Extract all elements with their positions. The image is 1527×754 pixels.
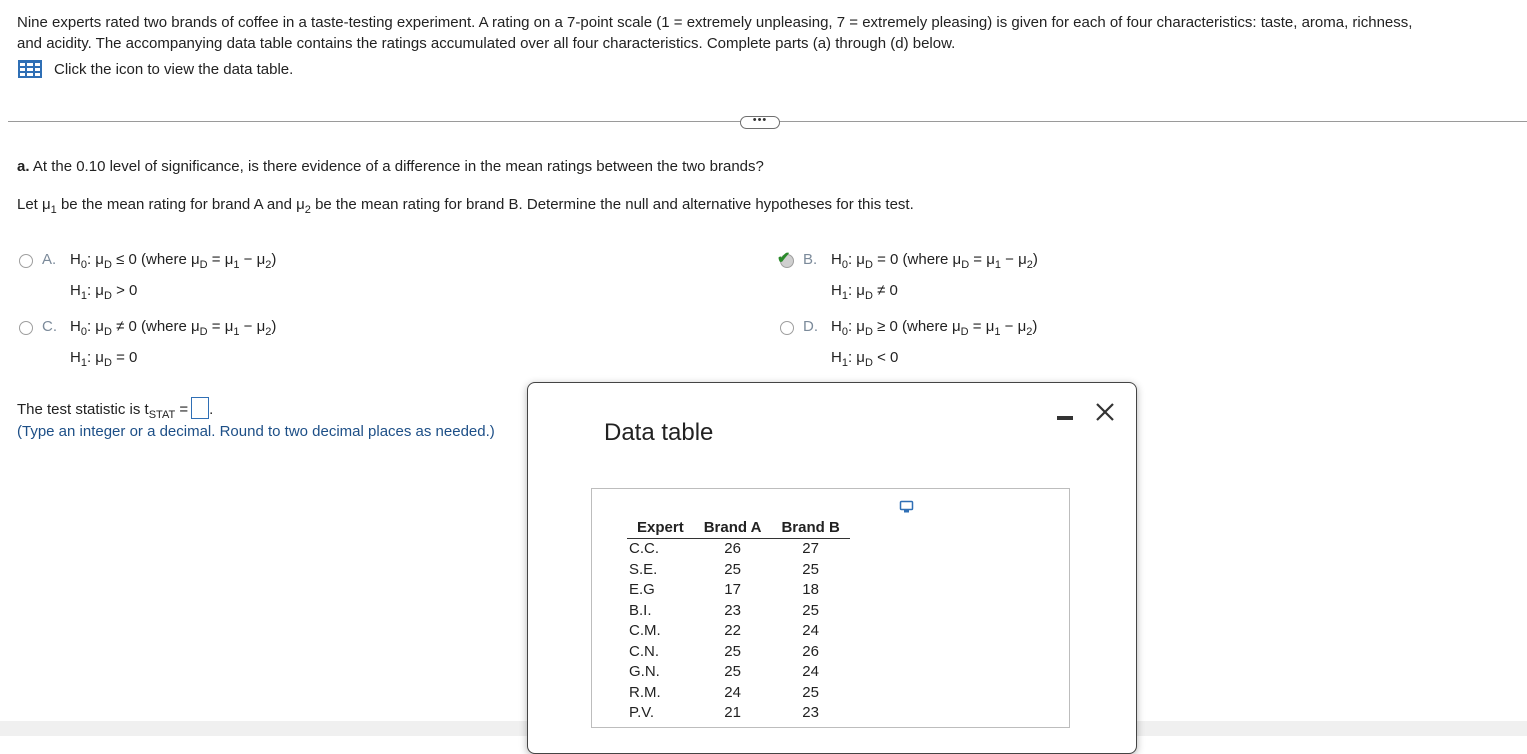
brand-b-cell: 23 — [802, 704, 819, 722]
test-statistic-prompt: The test statistic is tSTAT =. — [17, 397, 213, 421]
option-a[interactable]: A. H0: μD ≤ 0 (where μD = μ1 − μ2) H1: μ… — [19, 251, 276, 309]
brand-b-cell: 24 — [802, 663, 819, 681]
stat-label: The test statistic is t — [17, 401, 149, 418]
table-row: E.G 17 18 — [627, 580, 850, 601]
brand-a-cell: 23 — [724, 601, 741, 619]
option-a-h0: H0: μD ≤ 0 (where μD = μ1 − μ2) — [70, 251, 277, 271]
expert-cell: S.E. — [629, 560, 658, 578]
expert-cell: P.V. — [629, 704, 655, 722]
expert-cell: C.C. — [629, 540, 659, 558]
expert-cell: G.N. — [629, 663, 660, 681]
expert-cell: C.N. — [629, 642, 659, 660]
brand-a-cell: 26 — [724, 540, 741, 558]
table-icon[interactable] — [17, 59, 43, 79]
table-row: G.N. 25 24 — [627, 662, 850, 683]
option-a-hypotheses: H0: μD ≤ 0 (where μD = μ1 − μ2) H1: μD >… — [70, 247, 276, 309]
col-expert: Expert — [627, 518, 694, 539]
dialog-title: Data table — [604, 419, 714, 446]
brand-b-cell: 24 — [802, 622, 819, 640]
table-header-row: Expert Brand A Brand B — [627, 518, 850, 539]
option-a-h1: H1: μD > 0 — [70, 282, 138, 302]
option-c-hypotheses: H0: μD ≠ 0 (where μD = μ1 − μ2) H1: μD =… — [70, 314, 276, 376]
brand-a-cell: 25 — [724, 642, 741, 660]
stat-sub: STAT — [148, 409, 176, 421]
part-a-text: At the 0.10 level of significance, is th… — [29, 158, 764, 175]
stat-end: . — [209, 401, 214, 418]
option-b-h0: H0: μD = 0 (where μD = μ1 − μ2) — [831, 251, 1038, 271]
brand-b-cell: 26 — [802, 642, 819, 660]
option-b-letter: B. — [803, 251, 818, 268]
brand-b-cell: 18 — [802, 581, 819, 599]
expert-cell: B.I. — [629, 601, 652, 619]
option-a-radio[interactable] — [19, 254, 33, 268]
data-table-frame: Expert Brand A Brand B C.C. 26 27 S.E. 25 25 E… — [591, 488, 1070, 728]
option-b-hypotheses: H0: μD = 0 (where μD = μ1 − μ2) H1: μD ≠… — [831, 247, 1038, 309]
let-mu-statement: Let μ1 be the mean rating for brand A an… — [17, 196, 914, 216]
table-row: P.V. 21 23 — [627, 703, 850, 724]
brand-a-cell: 21 — [724, 704, 741, 722]
option-c-letter: C. — [42, 318, 57, 335]
table-row: R.M. 24 25 — [627, 683, 850, 704]
stat-equals: = — [175, 401, 189, 418]
part-a-letter: a. — [17, 158, 30, 175]
intro-line-2: and acidity. The accompanying data table… — [17, 35, 956, 52]
brand-a-cell: 25 — [724, 663, 741, 681]
table-row: B.I. 23 25 — [627, 601, 850, 622]
option-d-hypotheses: H0: μD ≥ 0 (where μD = μ1 − μ2) H1: μD <… — [831, 314, 1037, 376]
option-d[interactable]: D. H0: μD ≥ 0 (where μD = μ1 − μ2) H1: μ… — [780, 318, 1037, 376]
expert-cell: C.M. — [629, 622, 661, 640]
rounding-hint: (Type an integer or a decimal. Round to … — [17, 423, 495, 440]
option-a-letter: A. — [42, 251, 57, 268]
option-d-radio[interactable] — [780, 321, 794, 335]
let-text-3: be the mean rating for brand B. Determin… — [310, 196, 914, 213]
brand-a-cell: 17 — [724, 581, 741, 599]
expert-cell: R.M. — [629, 683, 661, 701]
data-table: Expert Brand A Brand B C.C. 26 27 S.E. 25 25 E… — [627, 518, 850, 724]
close-icon[interactable] — [1094, 401, 1116, 423]
intro-line-1: Nine experts rated two brands of coffee … — [17, 14, 1413, 31]
option-d-h1: H1: μD < 0 — [831, 349, 899, 369]
correct-check-icon: ✔ — [777, 250, 791, 267]
part-a-question: a. At the 0.10 level of significance, is… — [17, 158, 764, 175]
expert-cell: E.G — [629, 581, 655, 599]
table-row: C.C. 26 27 — [627, 539, 850, 560]
option-b-radio[interactable]: ✔ — [777, 250, 794, 268]
brand-a-cell: 22 — [724, 622, 741, 640]
test-statistic-input[interactable] — [191, 397, 210, 419]
brand-b-cell: 25 — [802, 683, 819, 701]
view-data-table-link[interactable]: Click the icon to view the data table. — [17, 58, 293, 80]
col-brand-b: Brand B — [771, 518, 850, 539]
col-brand-a: Brand A — [693, 518, 772, 539]
expand-more-button[interactable]: ••• — [740, 115, 780, 129]
table-row: S.E. 25 25 — [627, 560, 850, 581]
option-c[interactable]: C. H0: μD ≠ 0 (where μD = μ1 − μ2) H1: μ… — [19, 318, 276, 376]
let-text-2: be the mean rating for brand A and μ — [56, 196, 305, 213]
option-c-radio[interactable] — [19, 321, 33, 335]
option-b[interactable]: ✔ B. H0: μD = 0 (where μD = μ1 − μ2) H1:… — [777, 250, 1038, 309]
brand-b-cell: 25 — [802, 601, 819, 619]
table-row: C.M. 22 24 — [627, 621, 850, 642]
table-row: C.N. 25 26 — [627, 642, 850, 663]
brand-b-cell: 27 — [802, 540, 819, 558]
brand-a-cell: 24 — [724, 683, 741, 701]
problem-intro: Nine experts rated two brands of coffee … — [17, 12, 1522, 54]
brand-a-cell: 25 — [724, 560, 741, 578]
option-c-h0: H0: μD ≠ 0 (where μD = μ1 − μ2) — [70, 318, 277, 338]
option-c-h1: H1: μD = 0 — [70, 349, 138, 369]
option-d-h0: H0: μD ≥ 0 (where μD = μ1 − μ2) — [831, 318, 1038, 338]
data-table-dialog: Data table Expert Brand A Brand B C.C. 26… — [527, 382, 1137, 754]
brand-b-cell: 25 — [802, 560, 819, 578]
option-d-letter: D. — [803, 318, 818, 335]
copy-icon[interactable] — [899, 500, 915, 514]
option-b-h1: H1: μD ≠ 0 — [831, 282, 898, 302]
view-data-table-label[interactable]: Click the icon to view the data table. — [54, 61, 293, 78]
let-text-1: Let μ — [17, 196, 51, 213]
minimize-icon[interactable] — [1057, 416, 1073, 420]
